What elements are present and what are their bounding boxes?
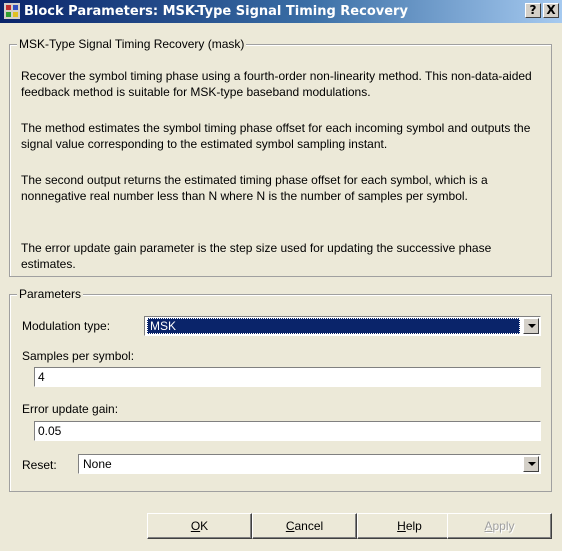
description-paragraph-3: The second output returns the estimated … (21, 173, 488, 203)
description-paragraph-2: The method estimates the symbol timing p… (21, 121, 531, 151)
window-title: Block Parameters: MSK-Type Signal Timing… (24, 4, 408, 19)
reset-label: Reset: (22, 458, 57, 472)
parameters-group-legend: Parameters (17, 287, 84, 301)
cancel-label-rest: ancel (294, 519, 324, 533)
apply-label-rest: pply (492, 519, 515, 533)
ok-label-rest: K (200, 519, 209, 533)
simulink-block-icon (4, 3, 20, 19)
mask-group-legend: MSK-Type Signal Timing Recovery (mask) (17, 37, 247, 51)
modulation-type-label: Modulation type: (22, 319, 111, 333)
ok-accelerator: O (190, 519, 201, 533)
title-bar[interactable]: Block Parameters: MSK-Type Signal Timing… (0, 0, 562, 23)
help-label-rest: elp (405, 519, 422, 533)
error-update-gain-field[interactable] (34, 421, 541, 441)
apply-button[interactable]: Apply (447, 513, 552, 539)
cancel-button[interactable]: Cancel (252, 513, 357, 539)
ok-button[interactable]: OK (147, 513, 252, 539)
close-button[interactable]: X (543, 3, 559, 18)
reset-value: None (83, 457, 112, 471)
help-accelerator: H (397, 519, 406, 533)
reset-dropdown[interactable]: None (78, 454, 541, 474)
samples-per-symbol-field[interactable] (34, 367, 541, 387)
chevron-down-icon[interactable] (523, 456, 539, 472)
description-paragraph-4: The error update gain parameter is the s… (21, 241, 492, 271)
samples-per-symbol-label: Samples per symbol: (22, 349, 135, 363)
modulation-type-dropdown[interactable]: MSK (144, 316, 541, 336)
modulation-type-value: MSK (147, 318, 520, 334)
apply-accelerator: A (484, 519, 493, 533)
help-title-button[interactable]: ? (525, 3, 541, 18)
chevron-down-icon[interactable] (523, 318, 539, 334)
error-update-gain-label: Error update gain: (22, 402, 119, 416)
description-paragraph-1: Recover the symbol timing phase using a … (21, 69, 532, 99)
